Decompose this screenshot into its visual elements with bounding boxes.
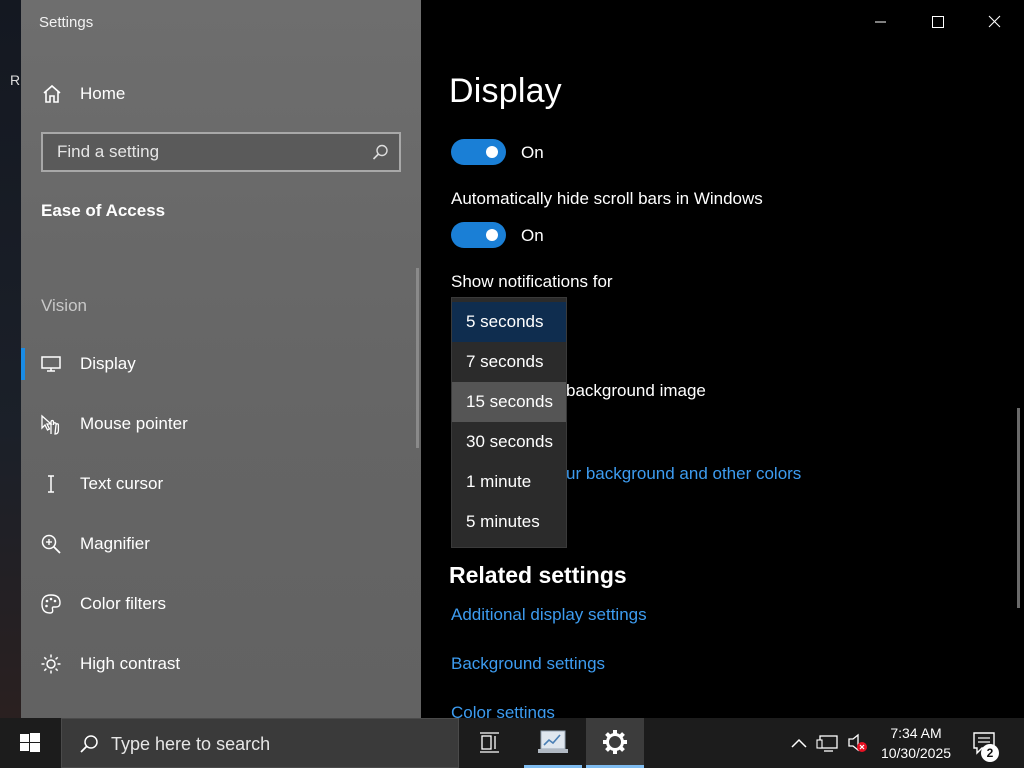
notification-duration-dropdown[interactable]: 5 seconds 7 seconds 15 seconds 30 second… [451, 297, 567, 548]
dropdown-option[interactable]: 5 minutes [452, 502, 566, 542]
section-title: Ease of Access [41, 201, 166, 220]
taskbar: Type here to search 7:34 AM 10/30/2025 [0, 718, 1024, 768]
sidebar: Settings Home Ease of Access Vision Disp… [21, 0, 421, 718]
dropdown-option[interactable]: 15 seconds [452, 382, 566, 422]
sidebar-item-label: Text cursor [80, 474, 164, 493]
network-button[interactable] [815, 718, 843, 768]
sidebar-item-label: High contrast [80, 654, 181, 673]
additional-display-settings-link[interactable]: Additional display settings [451, 605, 647, 625]
home-nav-item[interactable]: Home [21, 72, 421, 116]
volume-button[interactable] [845, 718, 871, 768]
maximize-button[interactable] [909, 0, 966, 44]
dropdown-option[interactable]: 7 seconds [452, 342, 566, 382]
monitor-icon [41, 356, 61, 372]
taskbar-app-presentation[interactable] [524, 718, 582, 768]
settings-window: Settings Home Ease of Access Vision Disp… [21, 0, 1024, 718]
search-icon[interactable] [372, 144, 389, 161]
background-image-label: background image [566, 381, 706, 400]
background-colors-link[interactable]: ur background and other colors [566, 464, 801, 484]
notification-count-badge: 2 [981, 744, 999, 762]
desktop-background: R [0, 0, 22, 718]
show-notifications-label: Show notifications for [451, 272, 613, 291]
background-settings-link[interactable]: Background settings [451, 654, 605, 674]
maximize-icon [932, 16, 944, 28]
sidebar-item-label: Magnifier [80, 534, 150, 553]
content-pane: Display On Automatically hide scroll bar… [421, 0, 1024, 718]
dropdown-option[interactable]: 1 minute [452, 462, 566, 502]
taskbar-search-placeholder: Type here to search [111, 734, 271, 754]
task-view-button[interactable] [461, 718, 519, 768]
toggle-switch[interactable] [451, 139, 506, 165]
taskbar-app-settings[interactable] [586, 718, 644, 768]
sidebar-scrollbar[interactable] [416, 268, 419, 448]
toggle-knob [486, 229, 498, 241]
minimize-button[interactable] [852, 0, 909, 44]
dropdown-option[interactable]: 30 seconds [452, 422, 566, 462]
toggle-knob [486, 146, 498, 158]
content-scrollbar[interactable] [1017, 408, 1020, 608]
sidebar-item-mouse-pointer[interactable]: Mouse pointer [21, 400, 421, 448]
search-icon [80, 735, 98, 753]
clock-date: 10/30/2025 [880, 745, 952, 761]
gear-icon [603, 730, 627, 754]
mouse-pointer-icon [41, 414, 60, 435]
palette-icon [41, 594, 61, 614]
volume-muted-icon [848, 733, 867, 752]
sun-icon [41, 654, 61, 674]
minimize-icon [875, 21, 886, 23]
sidebar-item-magnifier[interactable]: Magnifier [21, 520, 421, 568]
sidebar-item-color-filters[interactable]: Color filters [21, 580, 421, 628]
sidebar-item-high-contrast[interactable]: High contrast [21, 640, 421, 688]
close-button[interactable] [966, 0, 1023, 44]
active-indicator [21, 348, 25, 380]
start-button[interactable] [0, 718, 60, 768]
desktop-icon-label[interactable]: R [10, 72, 20, 88]
network-icon [816, 735, 838, 752]
taskbar-search-box[interactable]: Type here to search [61, 718, 459, 768]
text-cursor-icon [48, 475, 54, 493]
color-settings-link[interactable]: Color settings [451, 703, 555, 718]
group-label-vision: Vision [41, 296, 87, 315]
hide-scrollbars-toggle[interactable] [451, 222, 506, 248]
sidebar-item-display[interactable]: Display [21, 340, 421, 388]
chevron-up-icon [791, 738, 807, 748]
toggle-state-label: On [521, 143, 544, 162]
home-icon [43, 84, 61, 103]
close-icon [988, 15, 1001, 28]
sidebar-item-label: Display [80, 354, 136, 373]
dropdown-option[interactable]: 5 seconds [452, 302, 566, 342]
sidebar-item-text-cursor[interactable]: Text cursor [21, 460, 421, 508]
clock-time: 7:34 AM [890, 725, 942, 741]
task-view-icon [480, 732, 499, 753]
toggle-state-label: On [521, 226, 544, 245]
windows-logo-icon [20, 733, 40, 752]
find-setting-input[interactable] [43, 134, 363, 170]
sidebar-item-label: Color filters [80, 594, 166, 613]
home-label: Home [80, 84, 126, 103]
magnifier-icon [41, 534, 61, 554]
sidebar-item-label: Mouse pointer [80, 414, 188, 433]
taskbar-clock[interactable]: 7:34 AM 10/30/2025 [872, 723, 960, 763]
hide-scrollbars-label: Automatically hide scroll bars in Window… [451, 189, 763, 208]
related-settings-title: Related settings [449, 562, 627, 588]
presentation-app-icon [538, 730, 568, 753]
show-hidden-icons-button[interactable] [786, 718, 812, 768]
find-setting-search[interactable] [41, 132, 401, 172]
window-title: Settings [39, 14, 94, 31]
page-title: Display [449, 72, 562, 110]
